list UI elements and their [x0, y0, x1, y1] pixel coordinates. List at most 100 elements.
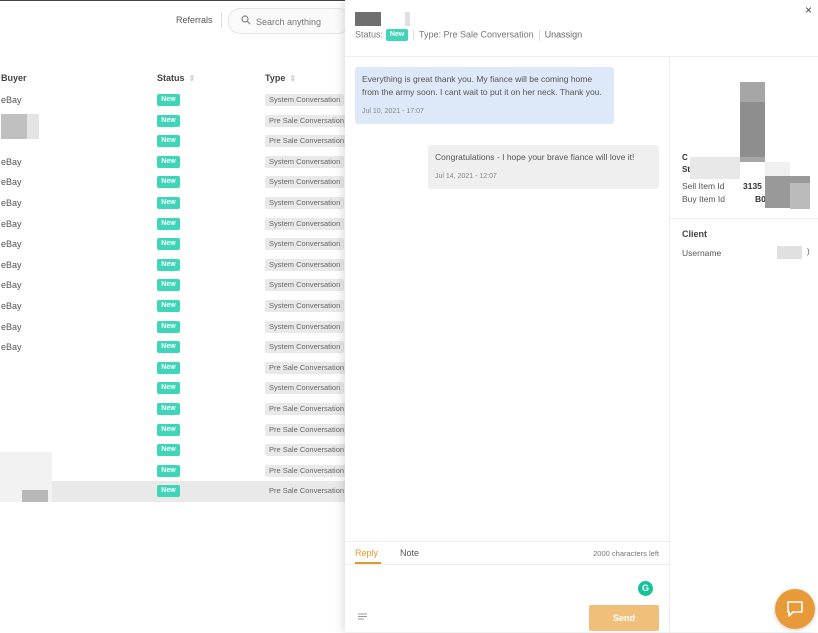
- buyer-cell: eBay: [1, 321, 22, 332]
- buyer-cell: eBay: [1, 95, 22, 105]
- type-tag: Pre Sale Conversation: [265, 423, 349, 436]
- close-icon[interactable]: ×: [805, 3, 812, 17]
- redacted-avatar: [27, 114, 39, 139]
- table-row[interactable]: eBay New System Conversation: [0, 234, 345, 255]
- buyer-cell: eBay: [1, 239, 22, 250]
- type-label: Type: Pre Sale Conversation: [419, 29, 534, 40]
- details-divider: [670, 218, 818, 219]
- referrals-link[interactable]: Referrals: [176, 15, 213, 25]
- table-row[interactable]: New System Conversation: [0, 378, 345, 399]
- status-badge: New: [157, 217, 180, 230]
- redacted-image: [740, 102, 765, 157]
- status-badge: New: [157, 258, 180, 271]
- status-badge: New: [157, 382, 180, 395]
- column-header-status[interactable]: Status ⇕: [157, 73, 195, 83]
- table-row[interactable]: eBay New System Conversation: [0, 296, 345, 317]
- message-time: Jul 10, 2021 - 17:07: [362, 108, 424, 115]
- template-lines-icon[interactable]: [358, 613, 367, 620]
- type-tag: Pre Sale Conversation: [265, 464, 349, 477]
- type-tag: Pre Sale Conversation: [265, 135, 349, 148]
- type-tag: System Conversation: [265, 155, 345, 168]
- top-nav: Referrals: [0, 0, 350, 40]
- type-tag: System Conversation: [265, 94, 345, 106]
- status-badge: New: [157, 361, 180, 374]
- send-button[interactable]: Send: [589, 605, 659, 631]
- message-text: Everything is great thank you. My fiance…: [362, 74, 602, 97]
- conversation-panel: Status: New Type: Pre Sale Conversation Una…: [345, 0, 818, 633]
- buy-item-label: Buy Item Id: [682, 194, 725, 204]
- table-row[interactable]: New Pre Sale Conversation: [0, 358, 349, 379]
- type-tag: Pre Sale Conversation: [265, 403, 349, 415]
- status-badge: New: [157, 94, 180, 106]
- status-badge: New: [386, 29, 409, 41]
- type-tag: System Conversation: [265, 300, 345, 312]
- sell-item-row: Sell Item Id 3135: [682, 181, 762, 191]
- column-header-label: Status: [157, 73, 185, 83]
- buyer-cell: eBay: [1, 156, 22, 167]
- details-sidebar: C St Sell Item Id 3135 Buy Item Id B0 Cl…: [670, 57, 818, 632]
- status-badge: New: [157, 176, 180, 189]
- redacted-value: [790, 183, 810, 209]
- table-row[interactable]: New Pre Sale Conversation: [0, 420, 349, 441]
- status-badge: New: [157, 155, 180, 168]
- detail-label: St: [682, 165, 690, 174]
- type-tag: System Conversation: [265, 382, 345, 395]
- grammarly-icon[interactable]: G: [638, 581, 653, 596]
- type-tag: System Conversation: [265, 341, 345, 354]
- chat-widget-button[interactable]: [775, 589, 815, 629]
- buy-item-row: Buy Item Id B0: [682, 194, 766, 204]
- conversation-meta: Status: New Type: Pre Sale Conversation Una…: [355, 29, 582, 41]
- search-input[interactable]: [254, 13, 348, 31]
- table-row[interactable]: eBay New System Conversation: [0, 90, 345, 111]
- type-tag: System Conversation: [265, 197, 345, 209]
- sort-icon[interactable]: ⇕: [189, 74, 196, 83]
- username-label: Username: [682, 248, 722, 258]
- column-header-buyer[interactable]: Buyer: [1, 73, 27, 83]
- tab-reply[interactable]: Reply: [355, 548, 381, 564]
- table-row[interactable]: eBay New System Conversation: [0, 172, 345, 193]
- buyer-cell: eBay: [1, 301, 22, 311]
- column-header-label: Buyer: [1, 73, 27, 83]
- status-label: Status:: [355, 29, 384, 40]
- status-badge: New: [157, 279, 180, 292]
- table-row[interactable]: eBay New System Conversation: [0, 275, 345, 296]
- unassign-link[interactable]: Unassign: [545, 29, 583, 39]
- sell-item-value: 3135: [743, 181, 762, 191]
- meta-divider: [538, 29, 540, 41]
- table-row[interactable]: eBay New System Conversation: [0, 193, 345, 214]
- status-badge: New: [157, 238, 180, 251]
- column-header-type[interactable]: Type ⇕: [265, 73, 296, 83]
- table-row[interactable]: eBay New System Conversation: [0, 152, 345, 173]
- message-thread: Everything is great thank you. My fiance…: [345, 57, 670, 541]
- type-tag: Pre Sale Conversation: [265, 444, 349, 457]
- table-row[interactable]: eBay New System Conversation: [0, 317, 345, 338]
- type-tag: Pre Sale Conversation: [265, 485, 349, 498]
- buyer-cell: eBay: [1, 259, 22, 270]
- table-row[interactable]: eBay New System Conversation: [0, 255, 345, 276]
- message-text: Congratulations - I hope your brave fian…: [435, 152, 635, 162]
- status-badge: New: [157, 114, 180, 127]
- detail-label: C: [682, 153, 688, 162]
- status-badge: New: [157, 423, 180, 436]
- status-badge: New: [157, 135, 180, 148]
- table-row[interactable]: New Pre Sale Conversation: [0, 131, 349, 152]
- table-row[interactable]: eBay New System Conversation: [0, 337, 345, 358]
- client-heading: Client: [682, 229, 708, 239]
- status-badge: New: [157, 444, 180, 457]
- search-box[interactable]: [228, 8, 350, 34]
- status-badge: New: [157, 320, 180, 333]
- sell-item-label: Sell Item Id: [682, 181, 725, 191]
- status-badge: New: [157, 403, 180, 415]
- redacted-avatar: [1, 114, 27, 139]
- type-tag: System Conversation: [265, 258, 345, 271]
- buyer-cell: eBay: [1, 280, 22, 291]
- status-badge: New: [157, 464, 180, 477]
- table-row[interactable]: New Pre Sale Conversation: [0, 399, 349, 420]
- table-row[interactable]: New Pre Sale Conversation: [0, 111, 349, 132]
- composer-divider: [345, 564, 669, 565]
- reply-composer: Reply Note 2000 characters left G Send: [345, 541, 670, 633]
- tab-note[interactable]: Note: [400, 548, 419, 562]
- table-row[interactable]: eBay New System Conversation: [0, 214, 345, 235]
- buyer-cell: eBay: [1, 342, 22, 353]
- sort-icon[interactable]: ⇕: [289, 74, 296, 83]
